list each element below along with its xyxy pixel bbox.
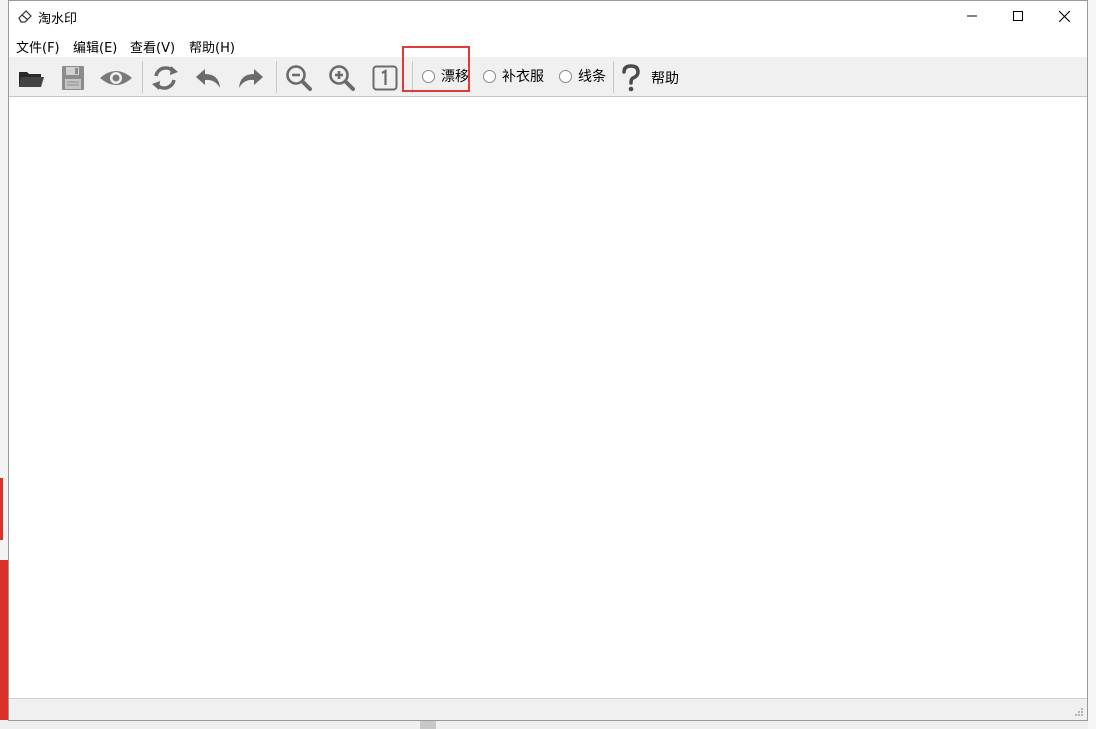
highlight-annotation-box — [402, 46, 470, 92]
eraser-icon — [18, 10, 32, 23]
zoom-in-button[interactable] — [324, 61, 360, 95]
save-icon — [62, 66, 84, 90]
app-window: 淘水印 文件(F) 编辑(E) 查看(V) 帮助(H) 漂移 补衣服 线条 帮助 — [8, 0, 1088, 721]
toolbar-separator — [613, 61, 614, 93]
maximize-button[interactable] — [995, 1, 1041, 31]
menu-view[interactable]: 查看(V) — [130, 37, 175, 56]
menu-help[interactable]: 帮助(H) — [189, 37, 235, 56]
preview-button[interactable] — [98, 61, 134, 95]
close-button[interactable] — [1041, 1, 1087, 31]
undo-button[interactable] — [190, 61, 226, 95]
zoom-out-button[interactable] — [281, 61, 317, 95]
mode-label: 补衣服 — [502, 69, 544, 85]
question-mark-icon — [622, 64, 640, 92]
preview-eye-icon — [100, 71, 132, 85]
save-button[interactable] — [55, 61, 91, 95]
zoom-in-icon — [329, 65, 355, 91]
mode-lines-option[interactable]: 线条 — [559, 66, 606, 86]
actual-size-button[interactable] — [367, 61, 403, 95]
background-desktop-right — [1088, 0, 1096, 729]
image-canvas[interactable] — [9, 98, 1087, 698]
zoom-out-icon — [286, 65, 312, 91]
toolbar: 漂移 补衣服 线条 帮助 — [9, 57, 1087, 97]
status-bar — [9, 698, 1087, 720]
mode-patch-clothes-option[interactable]: 补衣服 — [483, 66, 544, 86]
refresh-button[interactable] — [147, 61, 183, 95]
background-red-fragment — [0, 478, 3, 540]
menu-edit[interactable]: 编辑(E) — [73, 37, 117, 56]
minimize-icon — [967, 15, 977, 17]
background-fragment — [420, 720, 436, 729]
background-taskbar-fragment — [0, 720, 1096, 729]
window-title: 淘水印 — [38, 12, 78, 27]
resize-grip-icon[interactable] — [1074, 707, 1084, 717]
radio-button[interactable] — [483, 69, 496, 83]
toolbar-separator — [142, 61, 143, 93]
radio-button[interactable] — [559, 69, 572, 83]
actual-size-icon — [372, 65, 398, 91]
redo-icon — [239, 69, 263, 88]
open-folder-icon — [19, 72, 44, 87]
help-button[interactable]: 帮助 — [621, 62, 679, 94]
mode-label: 线条 — [578, 69, 606, 85]
maximize-icon — [1013, 11, 1023, 21]
menu-file[interactable]: 文件(F) — [16, 37, 60, 56]
title-bar[interactable]: 淘水印 — [9, 1, 1087, 32]
toolbar-separator — [276, 61, 277, 93]
redo-button[interactable] — [233, 61, 269, 95]
help-label: 帮助 — [651, 71, 679, 87]
open-button[interactable] — [13, 61, 49, 95]
undo-icon — [196, 69, 220, 88]
minimize-button[interactable] — [949, 1, 995, 31]
refresh-icon — [152, 66, 178, 90]
menu-bar: 文件(F) 编辑(E) 查看(V) 帮助(H) — [9, 32, 1087, 56]
close-icon — [1058, 10, 1070, 22]
